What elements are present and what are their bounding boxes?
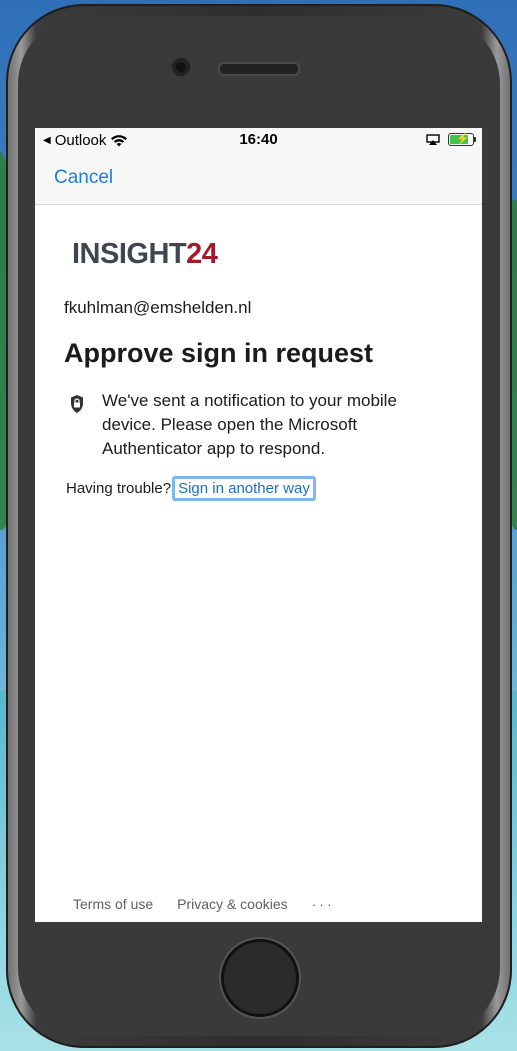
account-email: fkuhlman@emshelden.nl [64, 298, 252, 317]
lock-shield-icon [71, 395, 83, 413]
front-camera [172, 58, 190, 76]
status-right: ⚡ [426, 133, 476, 146]
cancel-button[interactable]: Cancel [54, 167, 113, 189]
battery-cap [474, 137, 476, 142]
page-title: Approve sign in request [64, 338, 374, 368]
logo-text-insight: INSIGHT [72, 238, 187, 270]
company-logo: INSIGHT24 [72, 238, 218, 271]
phone-screen: ◀ Outlook 16:40 ⚡ Cancel INSIGHT24 fkuhl… [35, 128, 482, 922]
status-time: 16:40 [239, 131, 278, 148]
earpiece-speaker [218, 62, 300, 76]
battery-body: ⚡ [448, 133, 474, 146]
nav-bar: Cancel [35, 154, 482, 205]
status-bar: ◀ Outlook 16:40 ⚡ [35, 128, 482, 154]
battery-charging-icon: ⚡ [448, 133, 476, 146]
notification-description: We've sent a notification to your mobile… [102, 391, 397, 458]
trouble-row: Having trouble? Sign in another way [66, 476, 316, 501]
logo-text-24: 24 [186, 238, 218, 270]
sign-in-another-way-link[interactable]: Sign in another way [172, 476, 316, 501]
privacy-cookies-link[interactable]: Privacy & cookies [177, 896, 287, 912]
more-options-button[interactable]: ··· [312, 896, 335, 912]
home-button[interactable] [221, 939, 299, 1017]
charging-bolt-icon: ⚡ [456, 133, 470, 145]
trouble-text: Having trouble? [66, 480, 172, 497]
airplay-icon [426, 133, 440, 145]
terms-of-use-link[interactable]: Terms of use [73, 896, 153, 912]
footer: Terms of use Privacy & cookies ··· [73, 896, 335, 912]
